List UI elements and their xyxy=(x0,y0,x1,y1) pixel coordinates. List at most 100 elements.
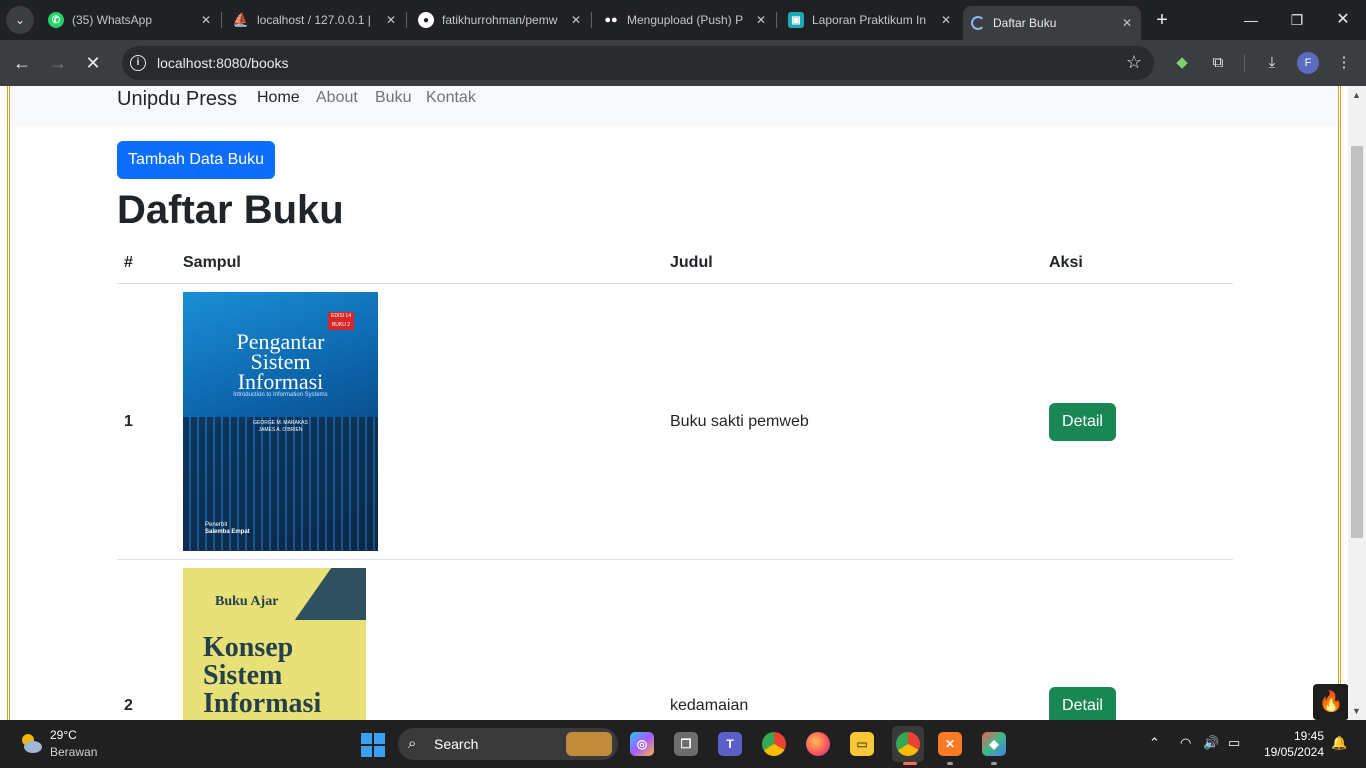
tab-title: Daftar Buku xyxy=(993,16,1057,30)
tab-separator xyxy=(406,12,407,28)
tab-search-dropdown-icon[interactable]: ⌄ xyxy=(6,6,34,34)
search-icon: ⌕ xyxy=(408,735,417,752)
tab-title: localhost / 127.0.0.1 | xyxy=(257,13,371,27)
show-hidden-icons-chevron-icon[interactable]: ⌃ xyxy=(1149,735,1160,751)
download-icon[interactable]: ⤓ xyxy=(1262,53,1282,73)
row-number: 2 xyxy=(124,697,133,714)
stop-loading-icon[interactable]: ✕ xyxy=(81,51,105,75)
github-icon: ● xyxy=(418,12,434,28)
git-icon[interactable]: ◆ xyxy=(982,732,1006,756)
debug-toolbar-flame-icon[interactable]: 🔥 xyxy=(1313,684,1349,720)
cover-title-line: Sistem xyxy=(203,660,283,691)
cover-series: Buku Ajar xyxy=(215,594,279,609)
tab-classroom[interactable]: ▣ Laporan Praktikum In ✕ xyxy=(780,6,960,34)
tab-close-icon[interactable]: ✕ xyxy=(938,12,954,28)
weather-condition[interactable]: Berawan xyxy=(50,745,97,759)
page-scrollbar[interactable]: ▲ ▼ xyxy=(1348,86,1366,720)
windows-taskbar: 29°C Berawan ⌕ Search ◎ ❐ T ▭ ✕ ◆ ⌃ ◠ 🔊 … xyxy=(0,720,1366,768)
scroll-up-icon[interactable]: ▲ xyxy=(1352,90,1361,100)
tab-close-icon[interactable]: ✕ xyxy=(198,12,214,28)
cover-author: JAMES A. O'BRIEN xyxy=(258,427,303,433)
tab-github[interactable]: ● fatikhurrohman/pemw ✕ xyxy=(410,6,590,34)
teams-icon[interactable]: T xyxy=(718,732,742,756)
search-highlight-art-icon xyxy=(566,732,612,756)
add-book-button[interactable]: Tambah Data Buku xyxy=(117,141,275,179)
forward-icon[interactable]: → xyxy=(46,51,70,75)
url-text[interactable]: localhost:8080/books xyxy=(157,55,289,71)
browser-toolbar: ← → ✕ i localhost:8080/books ☆ ◆ ⧉ ⤓ F ⋮ xyxy=(0,40,1366,86)
cover-authors: GEORGE M. MARAKAS JAMES A. O'BRIEN xyxy=(183,420,378,434)
page-frame-left xyxy=(7,86,10,720)
restore-icon[interactable]: ❐ xyxy=(1285,8,1309,32)
chrome-icon[interactable] xyxy=(762,732,786,756)
tab-close-icon[interactable]: ✕ xyxy=(753,12,769,28)
table-row-divider xyxy=(117,559,1233,560)
copilot-icon[interactable]: ◎ xyxy=(630,732,654,756)
nav-kontak[interactable]: Kontak xyxy=(426,89,476,107)
address-bar[interactable]: i localhost:8080/books ☆ xyxy=(122,46,1154,80)
task-view-icon[interactable]: ❐ xyxy=(674,732,698,756)
tab-title: (35) WhatsApp xyxy=(72,13,153,27)
tab-title: Laporan Praktikum In xyxy=(812,13,927,27)
running-indicator xyxy=(991,762,997,765)
tab-close-icon[interactable]: ✕ xyxy=(383,12,399,28)
cover-title-line: Informasi xyxy=(237,369,324,394)
tab-separator xyxy=(776,12,777,28)
taskbar-search-box[interactable]: ⌕ Search xyxy=(398,728,618,760)
scroll-down-icon[interactable]: ▼ xyxy=(1352,706,1361,716)
wifi-icon[interactable]: ◠ xyxy=(1180,735,1191,751)
battery-icon[interactable]: ▭ xyxy=(1228,735,1240,751)
volume-icon[interactable]: 🔊 xyxy=(1203,735,1219,751)
menu-kebab-icon[interactable]: ⋮ xyxy=(1334,53,1354,73)
toolbar-divider xyxy=(1244,54,1245,72)
partly-cloudy-icon[interactable] xyxy=(18,730,44,756)
tab-separator xyxy=(591,12,592,28)
extension-icon[interactable]: ◆ xyxy=(1172,53,1192,73)
tab-separator xyxy=(221,12,222,28)
cover-title-line: Konsep xyxy=(203,632,294,663)
site-info-icon[interactable]: i xyxy=(130,55,146,71)
site-brand[interactable]: Unipdu Press xyxy=(117,88,237,111)
new-tab-button[interactable]: + xyxy=(1150,8,1174,32)
page-frame-right xyxy=(1338,86,1341,720)
minimize-icon[interactable]: — xyxy=(1239,8,1263,32)
column-header-action: Aksi xyxy=(1049,254,1083,271)
tab-phpmyadmin[interactable]: ⛵ localhost / 127.0.0.1 | ✕ xyxy=(225,6,405,34)
xampp-icon[interactable]: ✕ xyxy=(938,732,962,756)
detail-button[interactable]: Detail xyxy=(1049,403,1116,441)
tab-medium[interactable]: ●● Mengupload (Push) P ✕ xyxy=(595,6,775,34)
profile-avatar[interactable]: F xyxy=(1297,52,1319,74)
cover-author: GEORGE M. MARAKAS xyxy=(253,420,308,426)
tab-whatsapp[interactable]: ✆ (35) WhatsApp ✕ xyxy=(40,6,220,34)
firefox-icon[interactable] xyxy=(806,732,830,756)
chrome-profile-icon[interactable] xyxy=(896,732,920,756)
system-clock[interactable]: 19:45 19/05/2024 xyxy=(1260,728,1324,760)
cover-publisher-line: Salemba Empat xyxy=(205,529,250,535)
browser-tab-strip: ⌄ ✆ (35) WhatsApp ✕ ⛵ localhost / 127.0.… xyxy=(0,0,1366,40)
bookmark-star-icon[interactable]: ☆ xyxy=(1126,52,1142,73)
clock-date: 19/05/2024 xyxy=(1263,745,1324,759)
weather-temperature[interactable]: 29°C xyxy=(50,728,77,742)
column-header-number: # xyxy=(124,254,133,271)
active-indicator xyxy=(903,762,917,765)
tab-daftar-buku[interactable]: Daftar Buku ✕ xyxy=(963,6,1141,40)
nav-about[interactable]: About xyxy=(316,89,358,107)
cover-title-line: Informasi xyxy=(203,688,322,719)
book-cover-image: EDISI 14 BUKU 2 Pengantar Sistem Informa… xyxy=(183,292,378,551)
nav-buku[interactable]: Buku xyxy=(375,89,411,107)
detail-button[interactable]: Detail xyxy=(1049,687,1116,720)
tab-close-icon[interactable]: ✕ xyxy=(1119,15,1135,31)
back-icon[interactable]: ← xyxy=(10,51,34,75)
extensions-puzzle-icon[interactable]: ⧉ xyxy=(1208,53,1228,73)
close-window-icon[interactable]: ✕ xyxy=(1331,8,1355,32)
book-title: kedamaian xyxy=(670,697,749,714)
file-explorer-icon[interactable]: ▭ xyxy=(850,732,874,756)
column-header-cover: Sampul xyxy=(183,254,241,271)
loading-icon xyxy=(971,16,985,30)
notification-bell-icon[interactable]: 🔔 xyxy=(1331,735,1347,751)
tab-close-icon[interactable]: ✕ xyxy=(568,12,584,28)
site-navbar: Unipdu Press Home About Buku Kontak xyxy=(10,86,1338,126)
nav-home[interactable]: Home xyxy=(257,89,300,107)
scrollbar-thumb[interactable] xyxy=(1351,146,1363,538)
start-windows-icon[interactable] xyxy=(361,733,385,757)
